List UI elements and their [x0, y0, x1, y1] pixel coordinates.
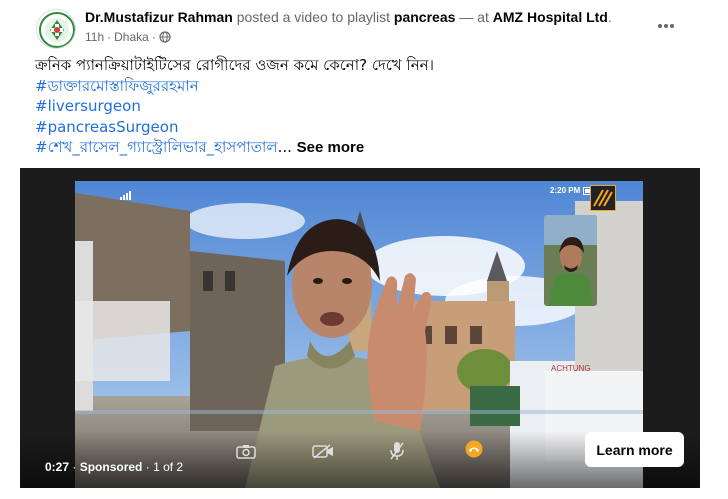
- hashtag-link[interactable]: #ডাক্তারমোস্তাফিজুররহমান: [35, 77, 199, 95]
- location-link[interactable]: AMZ Hospital Ltd: [493, 9, 608, 25]
- hashtag-link[interactable]: #শেখ_রাসেল_গ্যাস্ট্রোলিভার_হাসপাতাল: [35, 138, 278, 156]
- learn-more-button[interactable]: Learn more: [585, 432, 684, 467]
- hospital-logo-icon: [39, 12, 75, 48]
- info-separator: ·: [145, 460, 150, 474]
- author-avatar[interactable]: [36, 9, 76, 49]
- hashtag-link[interactable]: #pancreasSurgeon: [35, 118, 178, 136]
- more-dots-icon: [658, 24, 674, 28]
- ellipsis: ...: [277, 138, 292, 156]
- camera-flip-icon: [236, 444, 256, 464]
- at-text: — at: [455, 9, 493, 25]
- sponsored-label: Sponsored: [79, 460, 143, 474]
- action-text: posted a video to playlist: [232, 9, 394, 25]
- post-card: Dr.Mustafizur Rahman posted a video to p…: [0, 0, 728, 499]
- author-name[interactable]: Dr.Mustafizur Rahman: [85, 9, 233, 25]
- more-options-button[interactable]: [654, 14, 678, 38]
- info-separator: ·: [72, 460, 77, 474]
- playlist-link[interactable]: pancreas: [394, 9, 455, 25]
- phone-clock: 2:20 PM: [550, 186, 581, 195]
- meta-separator: ·: [151, 30, 156, 44]
- period: .: [607, 9, 612, 25]
- see-more-link[interactable]: See more: [297, 139, 365, 156]
- globe-icon[interactable]: [159, 31, 171, 43]
- signal-icon: [120, 187, 132, 205]
- post-body: ক্রনিক প্যানক্রিয়াটাইটিসের রোগীদের ওজন …: [35, 55, 434, 159]
- video-info: 0:27 · Sponsored · 1 of 2: [45, 460, 183, 474]
- video-player[interactable]: ACHTUNG 2:20 PM 0:27 · Sponsored · 1 of …: [20, 168, 700, 488]
- end-call-icon: [465, 440, 483, 463]
- page-count: 1 of 2: [153, 460, 184, 474]
- elapsed-time: 0:27: [45, 460, 70, 474]
- app-logo-icon: [590, 185, 616, 211]
- video-off-icon: [312, 444, 334, 464]
- meta-separator: ·: [107, 30, 112, 44]
- svg-text:ACHTUNG: ACHTUNG: [551, 364, 591, 373]
- hashtag-link[interactable]: #liversurgeon: [35, 97, 141, 115]
- post-text-line: ক্রনিক প্যানক্রিয়াটাইটিসের রোগীদের ওজন …: [35, 56, 434, 74]
- pip-self-view: [544, 215, 597, 306]
- post-time[interactable]: 11h: [85, 30, 104, 44]
- post-header: Dr.Mustafizur Rahman posted a video to p…: [85, 9, 612, 25]
- post-meta: 11h · Dhaka ·: [85, 30, 171, 44]
- post-place[interactable]: Dhaka: [114, 30, 149, 44]
- mute-mic-icon: [390, 441, 404, 466]
